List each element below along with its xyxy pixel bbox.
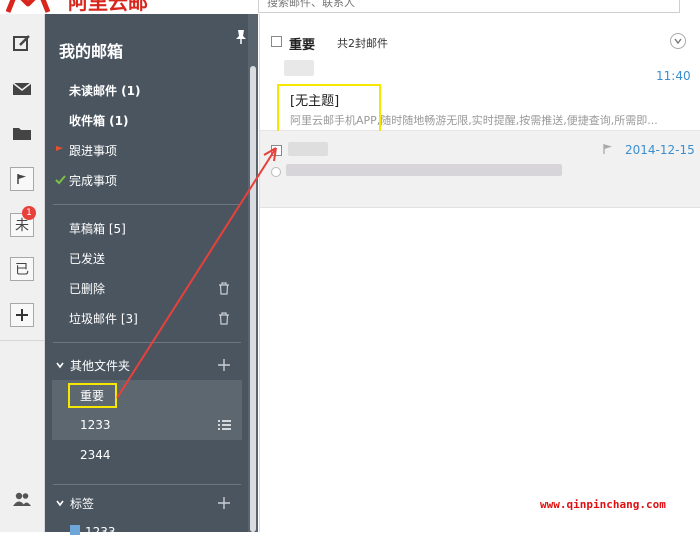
tags-header[interactable]: 标签 <box>45 491 245 515</box>
sidebar-item-sent[interactable]: 已发送 <box>45 245 245 271</box>
highlight-box-folder <box>68 383 117 408</box>
add-button[interactable] <box>7 300 37 330</box>
search-box[interactable] <box>258 0 680 13</box>
tag-color-swatch <box>70 525 80 535</box>
flag-icon[interactable] <box>602 143 614 155</box>
tag-item-1233[interactable]: 1233 <box>85 519 235 545</box>
add-tag-icon[interactable] <box>217 496 231 510</box>
mail-icon <box>12 82 32 95</box>
sidebar-item-followup[interactable]: 跟进事项 <box>45 137 245 163</box>
read-button[interactable]: 已 <box>7 254 37 284</box>
tags-label: 标签 <box>70 496 95 511</box>
sidebar-divider <box>53 204 241 205</box>
chevron-down-icon <box>56 500 64 507</box>
top-bar: 阿里云邮 <box>0 0 700 15</box>
sidebar-item-label: 完成事项 <box>69 173 118 188</box>
check-icon <box>54 174 66 186</box>
watermark: www.qinpinchang.com <box>540 498 666 511</box>
other-folders-header[interactable]: 其他文件夹 <box>45 353 245 377</box>
sidebar-divider <box>53 484 241 485</box>
other-folders-label: 其他文件夹 <box>70 358 131 373</box>
icon-rail: 未 1 已 <box>0 14 45 532</box>
mail-checkbox[interactable] <box>271 145 282 156</box>
chevron-down-icon <box>674 38 682 44</box>
plus-icon <box>10 303 34 327</box>
contacts-button[interactable] <box>7 484 37 514</box>
unread-button[interactable]: 未 1 <box>7 206 37 240</box>
sidebar-item-done[interactable]: 完成事项 <box>45 167 245 193</box>
mail-date: 2014-12-15 <box>625 143 695 157</box>
mail-count: 共2封邮件 <box>337 37 388 50</box>
sidebar-item-deleted[interactable]: 已删除 <box>45 275 245 301</box>
sidebar-item-label: 未读邮件 (1) <box>69 83 141 98</box>
sidebar-item-label: 跟进事项 <box>69 143 118 158</box>
folder-label: 2344 <box>80 448 111 462</box>
read-glyph: 已 <box>10 257 34 281</box>
pin-icon[interactable] <box>235 29 247 45</box>
folder-sidebar: 我的邮箱 未读邮件 (1) 收件箱 (1) 跟进事项 完成事项 草稿箱 [5] … <box>45 14 258 539</box>
sidebar-item-label: 草稿箱 [5] <box>69 221 126 236</box>
unread-badge: 1 <box>22 206 36 220</box>
folders-button[interactable] <box>7 118 37 148</box>
folder-item-1233[interactable]: 1233 <box>52 410 242 440</box>
folder-item-2344[interactable]: 2344 <box>52 440 242 470</box>
mail-list-pane: 重要 共2封邮件 11:40 [无主题] 阿里云邮手机APP,随时随地畅游无限,… <box>259 14 700 532</box>
search-input[interactable] <box>259 0 679 12</box>
mail-row[interactable]: 2014-12-15 <box>260 131 700 208</box>
mailbox-title: 我的邮箱 <box>59 42 124 61</box>
contacts-icon <box>13 492 31 506</box>
rail-divider <box>0 340 44 341</box>
empty-trash-icon[interactable] <box>218 281 230 295</box>
folder-icon <box>13 128 31 140</box>
sidebar-item-unread[interactable]: 未读邮件 (1) <box>45 77 245 103</box>
highlight-box-subject <box>277 84 381 134</box>
sidebar-scrollbar-thumb[interactable] <box>250 66 256 532</box>
compose-icon <box>13 35 30 51</box>
inbox-button[interactable] <box>7 74 37 104</box>
sidebar-divider <box>53 342 241 343</box>
empty-spam-icon[interactable] <box>218 311 230 325</box>
sidebar-item-spam[interactable]: 垃圾邮件 [3] <box>45 305 245 331</box>
folder-label: 1233 <box>80 418 111 432</box>
flag-icon <box>10 167 34 191</box>
blurred-preview <box>286 164 562 176</box>
brand-m-icon <box>6 0 51 13</box>
current-folder-name: 重要 <box>289 38 316 53</box>
sidebar-item-label: 垃圾邮件 [3] <box>69 311 138 326</box>
sidebar-item-inbox[interactable]: 收件箱 (1) <box>45 107 245 133</box>
blurred-sender <box>284 60 314 76</box>
mail-row[interactable]: 11:40 [无主题] 阿里云邮手机APP,随时随地畅游无限,实时提醒,按需推送… <box>260 56 700 134</box>
folder-menu-icon[interactable] <box>218 420 231 430</box>
brand-logo[interactable]: 阿里云邮 <box>6 0 148 14</box>
mail-time: 11:40 <box>656 69 691 83</box>
chevron-down-icon <box>56 362 64 369</box>
read-status-dot[interactable] <box>271 167 281 177</box>
sidebar-item-label: 收件箱 (1) <box>69 113 129 128</box>
compose-button[interactable] <box>7 28 37 58</box>
sidebar-item-drafts[interactable]: 草稿箱 [5] <box>45 215 245 241</box>
blurred-sender <box>288 142 328 156</box>
followup-flag-icon <box>54 144 66 156</box>
add-folder-icon[interactable] <box>217 358 231 372</box>
sidebar-item-label: 已发送 <box>69 251 106 266</box>
select-all-checkbox[interactable] <box>271 36 282 47</box>
sidebar-item-label: 已删除 <box>69 281 106 296</box>
followup-button[interactable] <box>7 164 37 194</box>
brand-name: 阿里云邮 <box>68 0 148 14</box>
more-options-button[interactable] <box>670 33 686 49</box>
tag-label: 1233 <box>85 525 116 539</box>
list-toolbar: 重要 共2封邮件 <box>260 28 700 57</box>
